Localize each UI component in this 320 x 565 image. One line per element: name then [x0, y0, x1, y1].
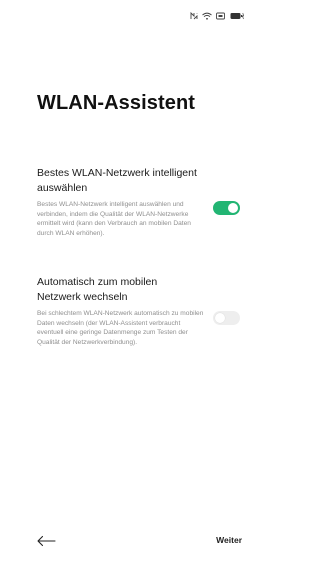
signal-icon [216, 12, 226, 20]
toggle-knob [215, 313, 225, 323]
wifi-icon [202, 12, 212, 20]
setting-title: Automatisch zum mobilen Netzwerk wechsel… [37, 276, 158, 303]
toggle-knob [228, 203, 238, 213]
status-bar [190, 11, 244, 21]
auto-mobile-switch-toggle[interactable] [213, 311, 240, 325]
screen: WLAN-Assistent Bestes WLAN-Netzwerk inte… [0, 0, 259, 565]
setting-description: Bestes WLAN-Netzwerk intelligent auswähl… [37, 201, 191, 237]
arrow-left-icon [37, 535, 56, 547]
next-button[interactable]: Weiter [216, 535, 242, 545]
nfc-icon [190, 12, 198, 20]
page-title: WLAN-Assistent [37, 92, 196, 114]
back-button[interactable] [36, 534, 56, 547]
setting-description: Bei schlechtem WLAN-Netzwerk automatisch… [37, 310, 204, 346]
setting-title: Bestes WLAN-Netzwerk intelligent auswähl… [37, 167, 197, 194]
battery-icon [230, 12, 244, 20]
best-wlan-toggle[interactable] [213, 201, 240, 215]
